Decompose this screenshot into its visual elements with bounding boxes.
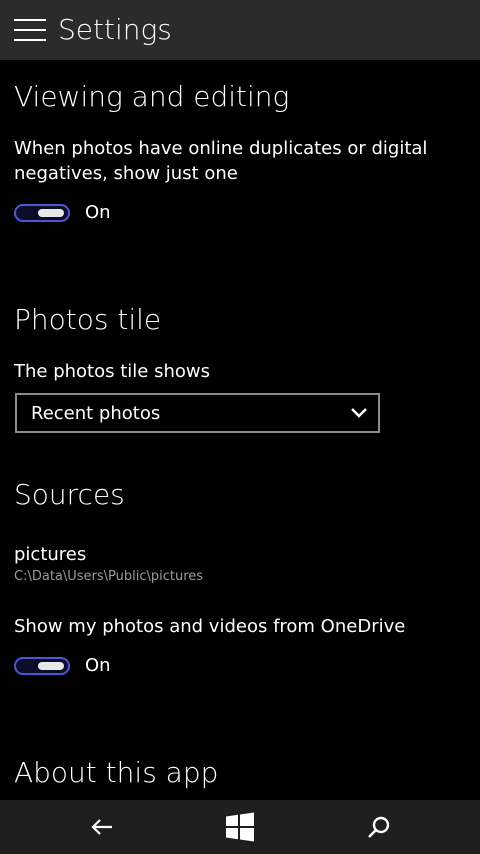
onedrive-toggle-state: On — [85, 655, 111, 676]
tile-shows-label: The photos tile shows — [14, 361, 210, 382]
source-folder-name[interactable]: pictures — [14, 542, 86, 567]
search-icon — [368, 816, 390, 838]
tile-shows-selected-value: Recent photos — [31, 403, 161, 424]
chevron-down-icon — [351, 408, 367, 418]
toggle-thumb — [38, 209, 64, 217]
duplicates-toggle[interactable] — [14, 204, 70, 222]
page-title: Settings — [58, 13, 172, 46]
onedrive-label: Show my photos and videos from OneDrive — [14, 616, 406, 637]
toggle-thumb — [38, 662, 64, 670]
windows-logo-icon — [226, 812, 254, 842]
back-arrow-icon — [91, 819, 112, 835]
tile-shows-dropdown[interactable]: Recent photos — [15, 393, 380, 433]
top-bar: Settings — [0, 0, 480, 60]
section-heading-about[interactable]: About this app — [14, 756, 218, 790]
search-button[interactable] — [339, 800, 419, 854]
duplicates-toggle-state: On — [85, 202, 111, 223]
duplicates-description-line2: negatives, show just one — [14, 163, 238, 184]
start-button[interactable] — [200, 800, 280, 854]
hamburger-menu-icon[interactable] — [14, 19, 46, 41]
section-heading-sources: Sources — [14, 478, 125, 511]
navigation-bar — [0, 800, 480, 854]
onedrive-toggle[interactable] — [14, 657, 70, 675]
duplicates-description-line1: When photos have online duplicates or di… — [14, 138, 428, 159]
back-button[interactable] — [62, 800, 142, 854]
section-heading-photos-tile: Photos tile — [14, 303, 162, 336]
source-folder-path: C:\Data\Users\Public\pictures — [14, 569, 204, 584]
section-heading-viewing: Viewing and editing — [14, 80, 290, 113]
